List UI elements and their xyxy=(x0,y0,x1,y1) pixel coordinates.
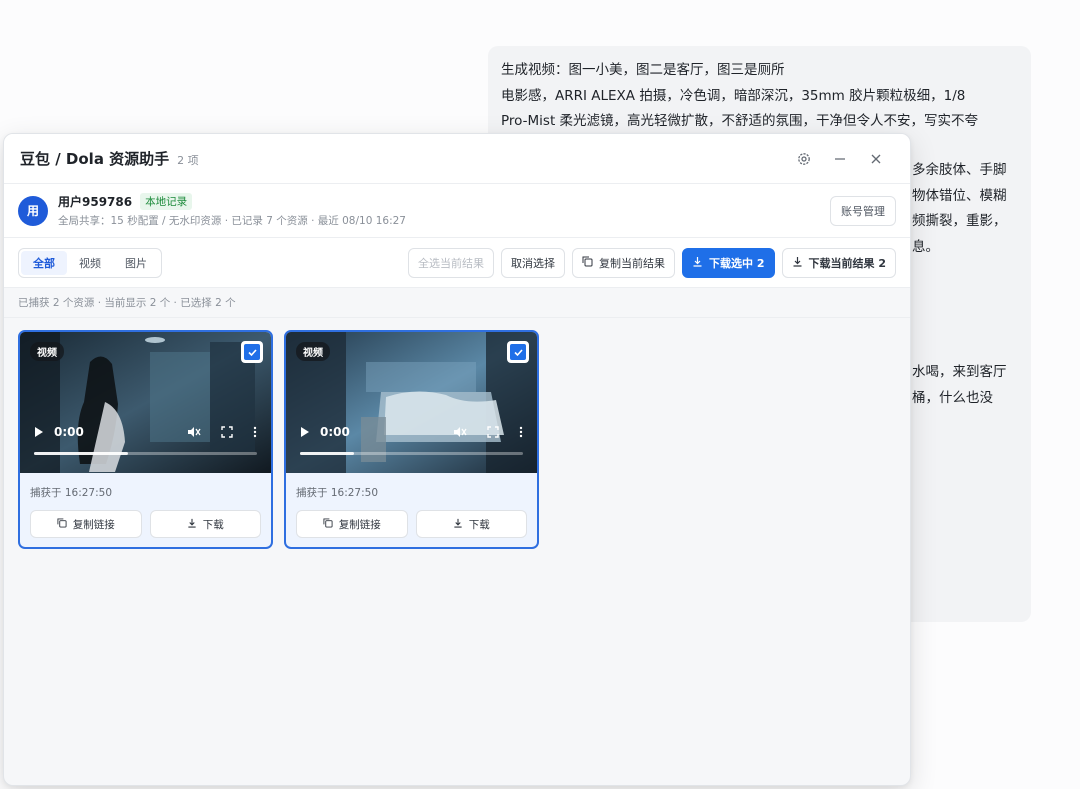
media-type-tag: 视频 xyxy=(30,342,64,361)
avatar: 用 xyxy=(18,195,48,226)
chat-line: Pro-Mist 柔光滤镜，高光轻微扩散，不舒适的氛围，干净但令人不安，写实不夸 xyxy=(501,113,979,129)
play-icon[interactable] xyxy=(300,426,310,438)
copy-current-button[interactable]: 复制当前结果 xyxy=(572,247,676,278)
download-icon xyxy=(792,256,803,270)
tab-image[interactable]: 图片 xyxy=(113,251,159,275)
chat-line: 息。 xyxy=(912,238,939,255)
chat-line: 生成视频：图一小美，图二是客厅，图三是厕所 xyxy=(501,62,785,78)
copy-link-label: 复制链接 xyxy=(72,518,115,531)
minimize-icon[interactable] xyxy=(822,144,858,174)
resource-grid: 视频 0:00 捕获于 16:27:50 复制链接 下载 视频 0:00 捕获于… xyxy=(4,318,910,561)
copy-icon xyxy=(323,517,333,531)
download-button[interactable]: 下载 xyxy=(415,510,527,538)
chat-line: 桶，什么也没 xyxy=(912,389,993,406)
mute-icon[interactable] xyxy=(453,426,467,438)
user-sub-info: 全局共享：15 秒配置 / 无水印资源 · 已记录 7 个资源 · 最近 08/… xyxy=(58,215,406,227)
chat-line: 物体错位、模糊 xyxy=(912,187,1007,204)
copy-icon xyxy=(57,517,67,531)
more-icon[interactable] xyxy=(253,426,257,438)
item-count: 2 项 xyxy=(177,153,199,167)
mute-icon[interactable] xyxy=(187,426,201,438)
download-label: 下载 xyxy=(468,518,490,531)
user-row: 用 用户959786 本地记录 全局共享：15 秒配置 / 无水印资源 · 已记… xyxy=(4,184,910,238)
tab-video[interactable]: 视频 xyxy=(67,251,113,275)
local-record-badge: 本地记录 xyxy=(140,193,193,210)
copy-icon xyxy=(582,256,593,270)
download-current-button[interactable]: 下载当前结果 2 xyxy=(781,247,896,278)
toolbar: 全部 视频 图片 全选当前结果 取消选择 复制当前结果 下载选中 2 下载当前结… xyxy=(4,238,910,288)
check-icon xyxy=(247,348,257,356)
video-thumbnail[interactable]: 视频 0:00 xyxy=(286,332,537,473)
captured-time: 捕获于 16:27:50 xyxy=(296,487,378,499)
copy-link-button[interactable]: 复制链接 xyxy=(296,510,408,538)
fullscreen-icon[interactable] xyxy=(221,426,233,438)
media-type-tag: 视频 xyxy=(296,342,330,361)
fullscreen-icon[interactable] xyxy=(487,426,499,438)
resource-helper-panel: 豆包 / Dola 资源助手 2 项 用 用户959786 本地记录 全局共享：… xyxy=(3,133,911,786)
download-icon xyxy=(187,518,197,531)
chat-line: 多余肢体、手脚 xyxy=(912,162,1007,178)
close-icon[interactable] xyxy=(858,144,894,174)
download-selected-label: 下载选中 2 xyxy=(709,256,765,270)
chat-tail-block-2: 水喝，来到客厅 桶，什么也没 xyxy=(912,360,1031,411)
account-manage-button[interactable]: 账号管理 xyxy=(830,195,896,226)
copy-link-label: 复制链接 xyxy=(338,518,381,531)
video-thumbnail[interactable]: 视频 0:00 xyxy=(20,332,271,473)
download-selected-button[interactable]: 下载选中 2 xyxy=(682,247,775,278)
download-icon xyxy=(692,256,703,270)
select-all-button[interactable]: 全选当前结果 xyxy=(408,247,495,278)
status-line: 已捕获 2 个资源 · 当前显示 2 个 · 已选择 2 个 xyxy=(4,288,910,318)
download-current-label: 下载当前结果 2 xyxy=(808,256,886,270)
user-info: 用户959786 本地记录 全局共享：15 秒配置 / 无水印资源 · 已记录 … xyxy=(58,193,406,228)
video-time: 0:00 xyxy=(54,425,84,439)
video-progress[interactable] xyxy=(300,452,523,455)
resource-card[interactable]: 视频 0:00 捕获于 16:27:50 复制链接 下载 xyxy=(18,330,273,549)
deselect-button[interactable]: 取消选择 xyxy=(501,247,566,278)
more-icon[interactable] xyxy=(519,426,523,438)
video-controls: 0:00 xyxy=(286,420,537,444)
video-progress[interactable] xyxy=(34,452,257,455)
chat-line: 水喝，来到客厅 xyxy=(912,364,1007,380)
copy-current-label: 复制当前结果 xyxy=(599,256,666,270)
filter-tabs: 全部 视频 图片 xyxy=(18,247,162,278)
user-name: 用户959786 xyxy=(58,195,133,209)
download-icon xyxy=(453,518,463,531)
panel-titlebar: 豆包 / Dola 资源助手 2 项 xyxy=(4,134,910,184)
copy-link-button[interactable]: 复制链接 xyxy=(30,510,142,538)
download-label: 下载 xyxy=(202,518,224,531)
chat-line: 频撕裂，重影， xyxy=(912,213,1007,229)
select-checkbox[interactable] xyxy=(241,341,263,363)
play-icon[interactable] xyxy=(34,426,44,438)
panel-title: 豆包 / Dola 资源助手 xyxy=(20,150,170,168)
download-button[interactable]: 下载 xyxy=(149,510,261,538)
video-time: 0:00 xyxy=(320,425,350,439)
settings-icon[interactable] xyxy=(786,144,822,174)
tab-all[interactable]: 全部 xyxy=(21,250,67,275)
chat-tail-block: 多余肢体、手脚 物体错位、模糊 频撕裂，重影， 息。 xyxy=(912,158,1031,260)
chat-line: 电影感，ARRI ALEXA 拍摄，冷色调，暗部深沉，35mm 胶片颗粒极细，1… xyxy=(501,87,966,104)
select-checkbox[interactable] xyxy=(507,341,529,363)
check-icon xyxy=(513,348,523,356)
video-controls: 0:00 xyxy=(20,420,271,444)
captured-time: 捕获于 16:27:50 xyxy=(30,487,112,499)
resource-card[interactable]: 视频 0:00 捕获于 16:27:50 复制链接 下载 xyxy=(284,330,539,549)
